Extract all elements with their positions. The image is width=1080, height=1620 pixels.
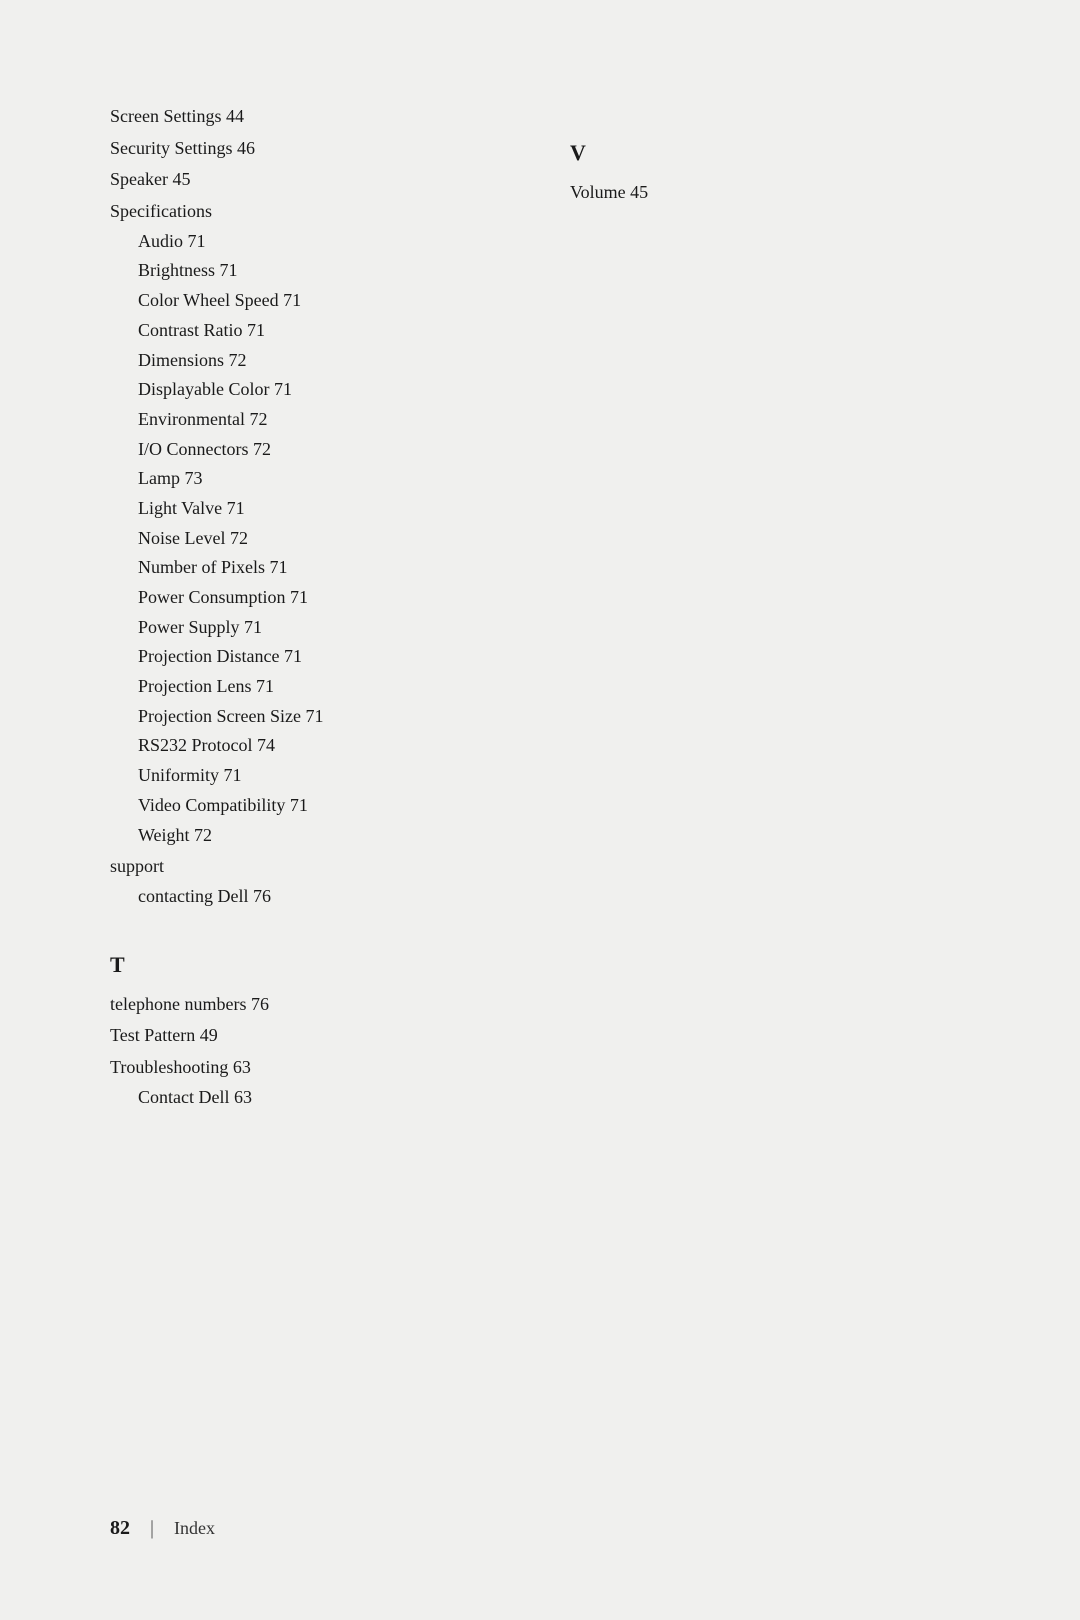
index-entry-specifications-audio: Audio 71: [110, 227, 510, 257]
index-entry-specifications-displayable-color: Displayable Color 71: [110, 375, 510, 405]
index-entry-specifications-light-valve: Light Valve 71: [110, 494, 510, 524]
index-entry-specifications-projection-screen-size: Projection Screen Size 71: [110, 702, 510, 732]
page-container: Screen Settings 44 Security Settings 46 …: [0, 0, 1080, 1620]
index-entry-test-pattern: Test Pattern 49: [110, 1021, 510, 1051]
index-entry-security-settings: Security Settings 46: [110, 134, 510, 164]
index-entry-specifications-color-wheel-speed: Color Wheel Speed 71: [110, 286, 510, 316]
index-entry-troubleshooting-contact-dell: Contact Dell 63: [110, 1083, 510, 1113]
section-letter-t: T: [110, 952, 510, 978]
index-entry-specifications-power-consumption: Power Consumption 71: [110, 583, 510, 613]
index-entry-specifications-noise-level: Noise Level 72: [110, 524, 510, 554]
content-columns: Screen Settings 44 Security Settings 46 …: [110, 100, 970, 1477]
index-entry-specifications-rs232-protocol: RS232 Protocol 74: [110, 731, 510, 761]
left-column: Screen Settings 44 Security Settings 46 …: [110, 100, 510, 1477]
index-entry-telephone-numbers: telephone numbers 76: [110, 990, 510, 1020]
index-entry-specifications-projection-lens: Projection Lens 71: [110, 672, 510, 702]
index-entry-screen-settings: Screen Settings 44: [110, 102, 510, 132]
index-entry-speaker: Speaker 45: [110, 165, 510, 195]
index-entry-specifications-projection-distance: Projection Distance 71: [110, 642, 510, 672]
index-entry-specifications-contrast-ratio: Contrast Ratio 71: [110, 316, 510, 346]
index-entry-specifications-weight: Weight 72: [110, 821, 510, 851]
footer-separator: |: [150, 1517, 154, 1540]
index-entry-specifications-io-connectors: I/O Connectors 72: [110, 435, 510, 465]
index-entry-volume: Volume 45: [570, 178, 970, 208]
index-entry-specifications-dimensions: Dimensions 72: [110, 346, 510, 376]
index-entry-support-contacting-dell: contacting Dell 76: [110, 882, 510, 912]
index-entry-support: support: [110, 852, 510, 882]
index-entry-specifications-brightness: Brightness 71: [110, 256, 510, 286]
section-letter-v: V: [570, 140, 970, 166]
index-entry-troubleshooting: Troubleshooting 63: [110, 1053, 510, 1083]
index-entry-specifications-power-supply: Power Supply 71: [110, 613, 510, 643]
footer-page-number: 82: [110, 1517, 130, 1540]
index-entry-specifications: Specifications: [110, 197, 510, 227]
page-footer: 82 | Index: [110, 1477, 970, 1540]
index-entry-specifications-lamp: Lamp 73: [110, 464, 510, 494]
index-entry-specifications-environmental: Environmental 72: [110, 405, 510, 435]
index-entry-specifications-number-of-pixels: Number of Pixels 71: [110, 553, 510, 583]
footer-label: Index: [174, 1518, 215, 1539]
index-entry-specifications-uniformity: Uniformity 71: [110, 761, 510, 791]
right-column: V Volume 45: [570, 100, 970, 1477]
index-entry-specifications-video-compatibility: Video Compatibility 71: [110, 791, 510, 821]
